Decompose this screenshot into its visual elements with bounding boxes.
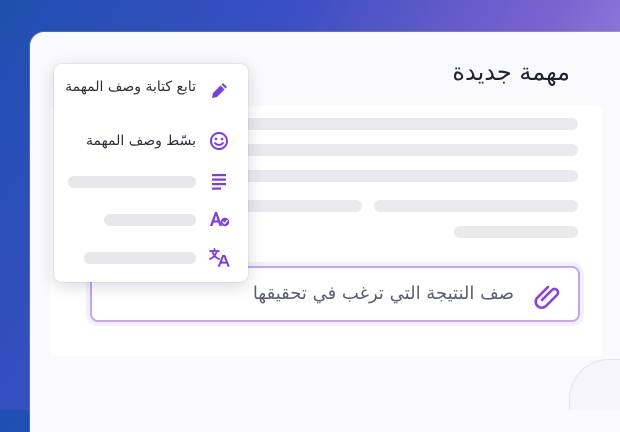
translate-icon: [209, 248, 230, 267]
pencil-icon: [212, 83, 227, 98]
menu-item-label: تابع كتابة وصف المهمة: [65, 79, 196, 95]
skeleton-line: [236, 200, 362, 212]
menu-item-simplify[interactable]: بسّط وصف المهمة: [54, 130, 248, 154]
paperclip-icon: [534, 285, 560, 309]
skeleton-line: [236, 170, 578, 182]
menu-item-translate[interactable]: [54, 246, 248, 270]
menu-item-label: بسّط وصف المهمة: [85, 133, 196, 149]
spellcheck-icon: [210, 212, 230, 227]
skeleton-line: [374, 200, 578, 212]
menu-item-skeleton: [84, 252, 196, 264]
menu-item-summarize[interactable]: [54, 170, 248, 194]
smiley-icon: [210, 132, 228, 150]
prompt-placeholder: صف النتيجة التي ترغب في تحقيقها: [252, 283, 514, 304]
menu-item-skeleton: [104, 214, 196, 226]
text-lines-icon: [212, 174, 226, 190]
menu-item-continue-writing[interactable]: تابع كتابة وصف المهمة: [54, 78, 248, 122]
skeleton-line: [454, 226, 578, 238]
ai-assist-menu: تابع كتابة وصف المهمة بسّط وصف المهمة: [54, 64, 248, 282]
page-title: مهمة جديدة: [452, 58, 570, 86]
menu-item-skeleton: [68, 176, 196, 188]
skeleton-line: [236, 144, 578, 156]
skeleton-line: [236, 118, 578, 130]
menu-item-fix-spelling[interactable]: [54, 208, 248, 232]
